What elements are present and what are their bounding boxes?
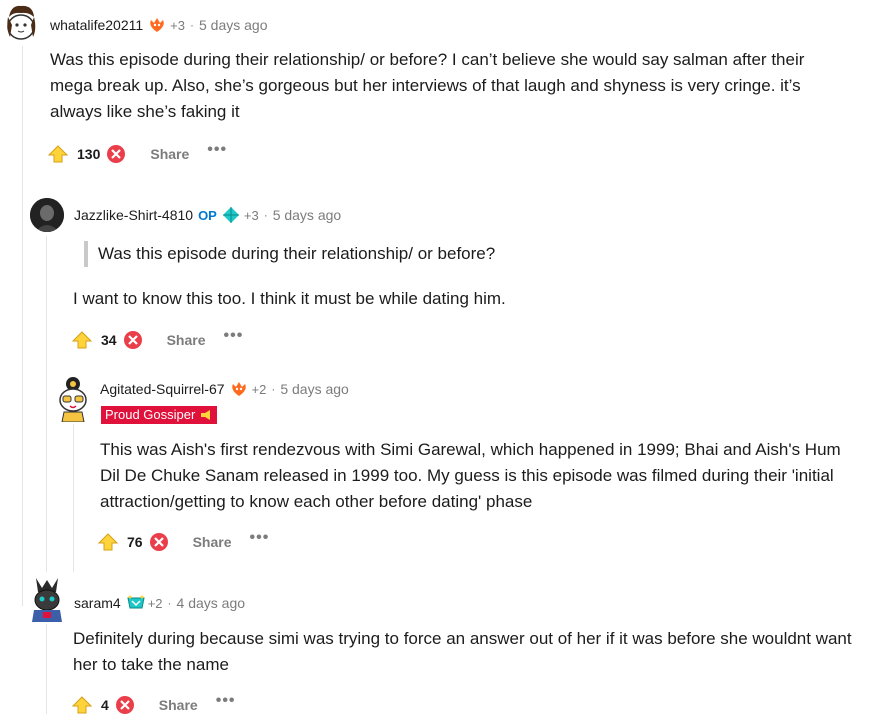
user-flair: Proud Gossiper (101, 406, 218, 424)
thread-line[interactable] (46, 236, 47, 572)
megaphone-icon (199, 408, 213, 422)
username[interactable]: saram4 (74, 595, 121, 611)
upvote-icon[interactable] (71, 329, 93, 351)
award-count: +2 (147, 595, 163, 611)
username[interactable]: Agitated-Squirrel-67 (100, 381, 225, 397)
separator-dot: · (271, 382, 276, 396)
downvote-icon[interactable] (106, 144, 126, 164)
thread-line[interactable] (73, 424, 74, 572)
username[interactable]: whatalife20211 (50, 17, 143, 33)
share-button[interactable]: Share (193, 534, 232, 550)
avatar[interactable] (30, 198, 64, 232)
vote-score: 4 (101, 697, 109, 713)
more-options-icon[interactable]: ••• (216, 692, 236, 710)
share-button[interactable]: Share (167, 332, 206, 348)
comment-meta: saram4 +2 · 4 days ago (74, 594, 245, 612)
upvote-icon[interactable] (71, 694, 93, 716)
comment-meta: Agitated-Squirrel-67 +2 · 5 days ago (100, 380, 349, 398)
avatar[interactable] (28, 576, 66, 622)
comment-actions: 76 Share ••• (97, 528, 269, 556)
more-options-icon[interactable]: ••• (224, 327, 244, 345)
comment-body: This was Aish's first rendezvous with Si… (100, 440, 841, 511)
user-flair-text: Proud Gossiper (105, 407, 196, 422)
comment-meta: whatalife20211 +3 · 5 days ago (50, 16, 267, 34)
thread-line[interactable] (22, 46, 23, 606)
comment-actions: 130 Share ••• (47, 140, 227, 168)
comment-body: Definitely during because simi was tryin… (73, 629, 852, 674)
downvote-icon[interactable] (115, 695, 135, 715)
timestamp[interactable]: 5 days ago (199, 17, 268, 33)
downvote-icon[interactable] (149, 532, 169, 552)
vote-score: 34 (101, 332, 117, 348)
award-icon[interactable] (222, 206, 240, 224)
comment-meta: Jazzlike-Shirt-4810 OP +3 · 5 days ago (74, 206, 341, 224)
avatar[interactable] (54, 374, 92, 422)
share-button[interactable]: Share (159, 697, 198, 713)
avatar[interactable] (3, 3, 39, 43)
award-icon[interactable] (230, 380, 248, 398)
username[interactable]: Jazzlike-Shirt-4810 (74, 207, 193, 223)
separator-dot: · (189, 18, 194, 32)
timestamp[interactable]: 4 days ago (177, 595, 246, 611)
timestamp[interactable]: 5 days ago (273, 207, 342, 223)
award-icon[interactable] (148, 16, 166, 34)
separator-dot: · (167, 596, 172, 610)
upvote-icon[interactable] (47, 143, 69, 165)
comment-body: Was this episode during their relationsh… (50, 50, 805, 121)
award-icon[interactable] (126, 594, 145, 612)
timestamp[interactable]: 5 days ago (280, 381, 349, 397)
blockquote: Was this episode during their relationsh… (84, 241, 495, 267)
downvote-icon[interactable] (123, 330, 143, 350)
separator-dot: · (263, 208, 268, 222)
award-count: +3 (170, 17, 185, 33)
thread-line[interactable] (46, 624, 47, 714)
more-options-icon[interactable]: ••• (250, 529, 270, 547)
share-button[interactable]: Share (150, 146, 189, 162)
vote-score: 130 (77, 146, 101, 162)
award-count: +2 (251, 381, 267, 397)
op-badge: OP (198, 207, 217, 223)
comment-actions: 34 Share ••• (71, 326, 243, 354)
more-options-icon[interactable]: ••• (207, 141, 227, 159)
comment-actions: 4 Share ••• (71, 691, 236, 719)
vote-score: 76 (127, 534, 143, 550)
upvote-icon[interactable] (97, 531, 119, 553)
comment-body: I want to know this too. I think it must… (73, 289, 506, 308)
award-count: +3 (243, 207, 259, 223)
